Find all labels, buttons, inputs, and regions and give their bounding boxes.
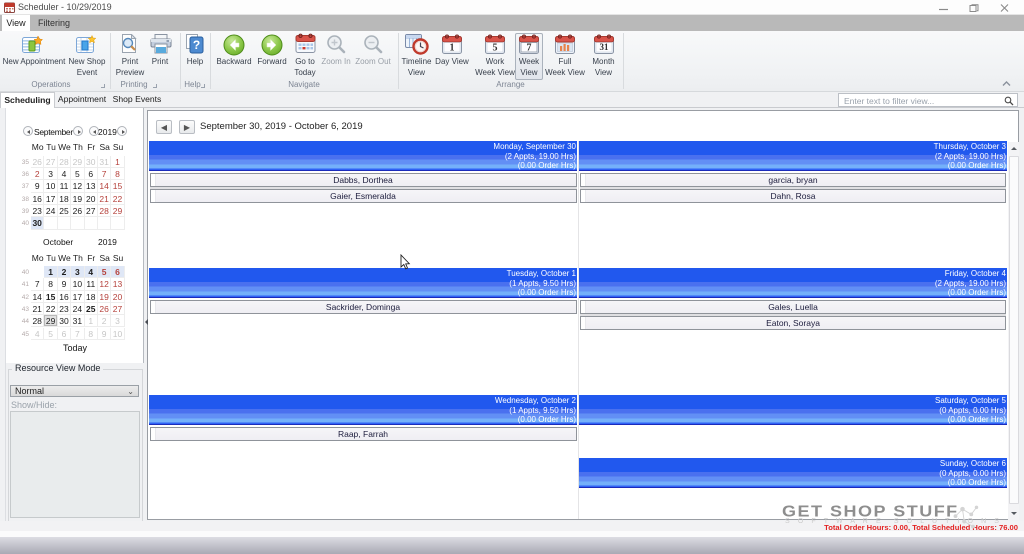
svg-text:31: 31 (600, 42, 610, 52)
svg-text:5: 5 (493, 43, 498, 54)
svg-text:1: 1 (450, 43, 455, 54)
svg-text:7: 7 (527, 43, 532, 54)
svg-text:?: ? (193, 38, 200, 52)
